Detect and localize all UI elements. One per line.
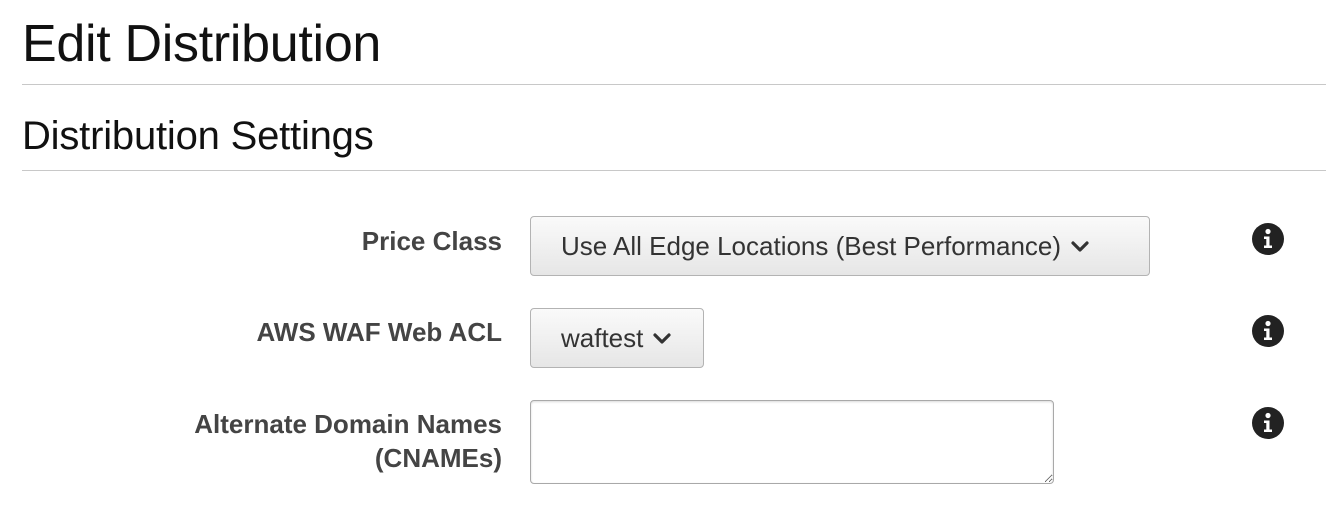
cnames-label: Alternate Domain Names (CNAMEs): [142, 407, 502, 475]
waf-acl-select[interactable]: waftest: [530, 308, 704, 368]
section-divider: [22, 170, 1326, 171]
cnames-textarea[interactable]: [530, 400, 1054, 484]
waf-acl-label: AWS WAF Web ACL: [256, 317, 502, 347]
chevron-down-icon: [1071, 239, 1089, 253]
cnames-info-icon[interactable]: [1252, 407, 1284, 439]
price-class-select[interactable]: Use All Edge Locations (Best Performance…: [530, 216, 1150, 276]
section-title: Distribution Settings: [22, 114, 374, 158]
cnames-label-line2: (CNAMEs): [374, 443, 502, 473]
title-divider: [22, 84, 1326, 85]
price-class-label: Price Class: [361, 226, 502, 256]
chevron-down-icon: [653, 331, 671, 345]
waf-acl-info-icon[interactable]: [1252, 315, 1284, 347]
page-title: Edit Distribution: [22, 15, 382, 73]
price-class-info-icon[interactable]: [1252, 223, 1284, 255]
cnames-label-line1: Alternate Domain Names: [194, 409, 502, 439]
waf-acl-value: waftest: [561, 322, 644, 353]
price-class-value: Use All Edge Locations (Best Performance…: [561, 230, 1062, 261]
